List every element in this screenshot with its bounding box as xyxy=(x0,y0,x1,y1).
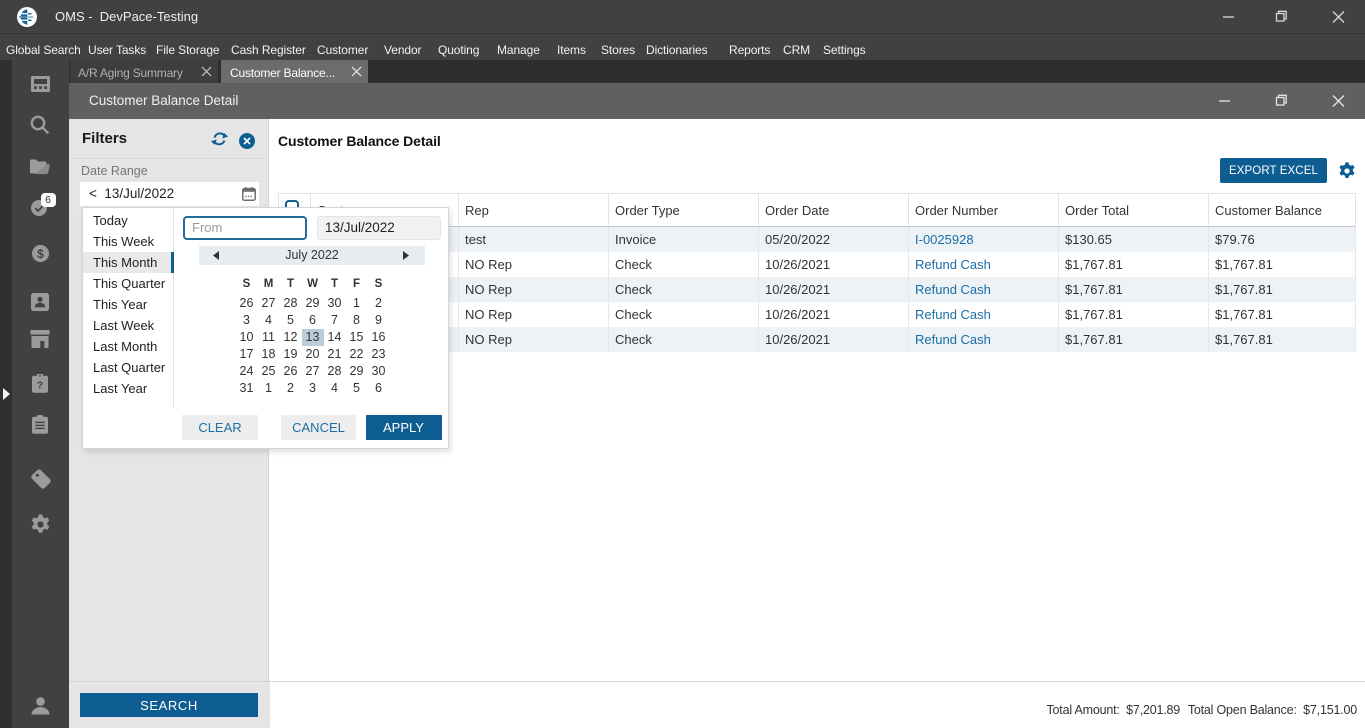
svg-text:?: ? xyxy=(37,379,43,391)
svg-text:$: $ xyxy=(37,246,44,260)
